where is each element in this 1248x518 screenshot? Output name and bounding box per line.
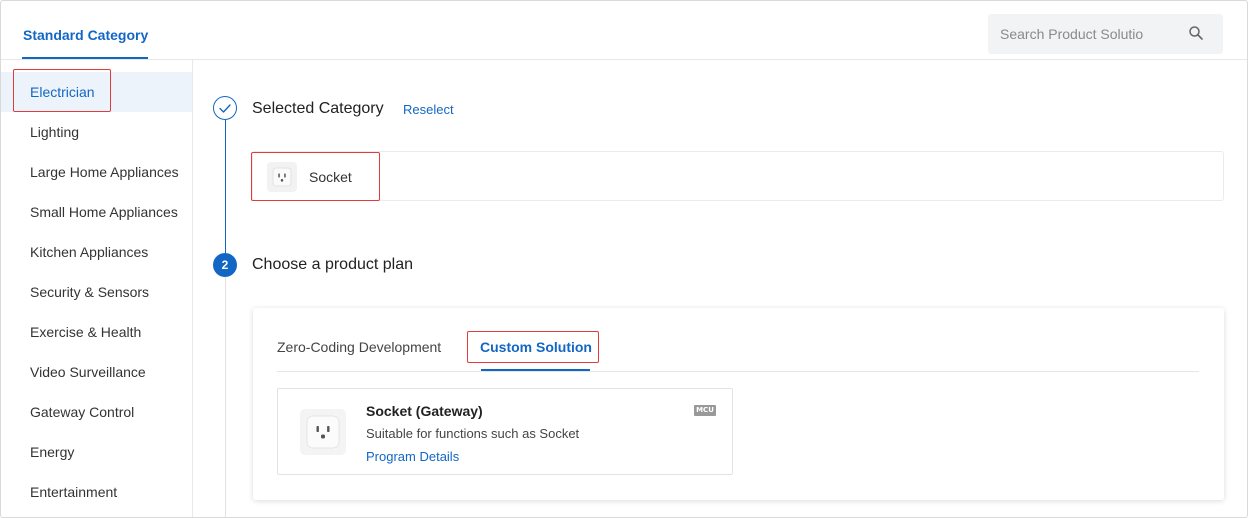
tabs-divider [277,371,1199,372]
active-tab-indicator [22,57,148,59]
product-plan-panel: Zero-Coding Development Custom Solution … [253,308,1224,500]
socket-gateway-icon [300,409,346,455]
category-sidebar: Electrician Lighting Large Home Applianc… [1,60,193,517]
step-complete-icon [213,96,237,120]
tab-custom-solution[interactable]: Custom Solution [480,339,592,355]
solution-description: Suitable for functions such as Socket [366,426,580,441]
program-details-link[interactable]: Program Details [366,449,459,464]
tab-standard-category[interactable]: Standard Category [23,27,148,43]
selected-category-label: Socket [309,169,352,185]
sidebar-item-security-sensors[interactable]: Security & Sensors [1,272,192,312]
sidebar-item-exercise-health[interactable]: Exercise & Health [1,312,192,352]
sidebar-item-kitchen-appliances[interactable]: Kitchen Appliances [1,232,192,272]
sidebar-item-small-home-appliances[interactable]: Small Home Appliances [1,192,192,232]
sidebar-item-electrician[interactable]: Electrician [1,72,192,112]
sidebar-item-entertainment[interactable]: Entertainment [1,472,192,512]
socket-icon [267,162,297,192]
selected-category-card: Socket [252,151,1224,201]
header: Standard Category [1,1,1247,60]
search-box [988,14,1223,54]
tab-zero-coding-development[interactable]: Zero-Coding Development [277,339,441,355]
search-input[interactable] [1000,22,1160,46]
solution-title: Socket (Gateway) [366,403,483,419]
solution-card[interactable]: Socket (Gateway) Suitable for functions … [277,388,733,475]
step-connector [225,120,226,253]
step2-title: Choose a product plan [252,256,413,273]
sidebar-item-energy[interactable]: Energy [1,432,192,472]
sidebar-item-gateway-control[interactable]: Gateway Control [1,392,192,432]
reselect-link[interactable]: Reselect [403,102,454,117]
search-icon[interactable] [1188,25,1204,41]
mcu-badge: MCU [694,405,716,416]
sidebar-item-lighting[interactable]: Lighting [1,112,192,152]
sidebar-item-large-home-appliances[interactable]: Large Home Appliances [1,152,192,192]
product-category-panel: Standard Category Electrician Lighting L… [0,0,1248,518]
sidebar-item-video-surveillance[interactable]: Video Surveillance [1,352,192,392]
step-connector-pending [225,277,226,517]
step1-title: Selected Category [252,100,384,117]
step2-number: 2 [213,253,237,277]
check-icon [219,104,231,113]
